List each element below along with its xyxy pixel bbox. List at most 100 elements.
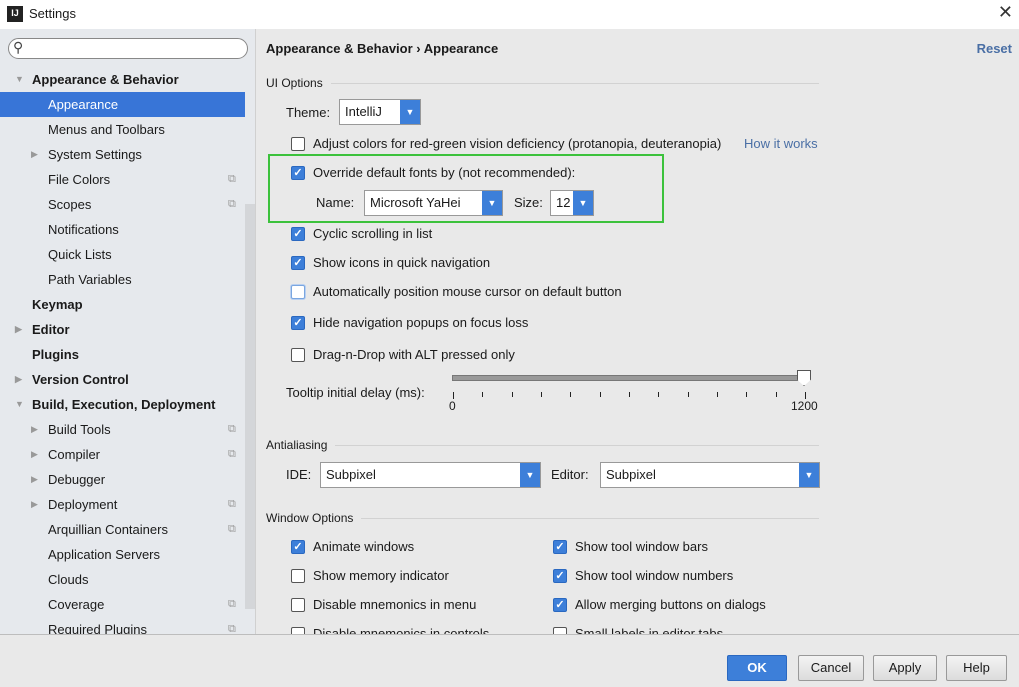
slider-tick bbox=[453, 392, 454, 399]
sidebar-item[interactable]: ▶ Deployment ⧉ bbox=[0, 492, 245, 517]
font-name-select[interactable]: Microsoft YaHei ▼ bbox=[364, 190, 503, 216]
window-option-checkbox[interactable]: ✓ Show tool window bars bbox=[553, 539, 708, 554]
slider-tick bbox=[541, 392, 542, 397]
collapsed-arrow-icon[interactable]: ▶ bbox=[31, 492, 38, 517]
override-fonts-checkbox[interactable]: ✓ Override default fonts by (not recommen… bbox=[291, 165, 575, 180]
collapsed-arrow-icon[interactable]: ▶ bbox=[31, 467, 38, 492]
checkbox[interactable]: ✓ bbox=[291, 539, 305, 554]
checkbox[interactable]: ✓ bbox=[553, 539, 567, 554]
expanded-arrow-icon[interactable]: ▼ bbox=[15, 392, 24, 417]
dnd-alt-checkbox[interactable]: Drag-n-Drop with ALT pressed only bbox=[291, 347, 515, 362]
checkbox[interactable] bbox=[291, 136, 305, 151]
sidebar-item[interactable]: Appearance bbox=[0, 92, 245, 117]
sidebar-item-label: Path Variables bbox=[48, 272, 132, 287]
sidebar-item[interactable]: Keymap bbox=[0, 292, 245, 317]
sidebar-item-label: System Settings bbox=[48, 147, 142, 162]
section-title: UI Options bbox=[266, 76, 323, 90]
sidebar-item[interactable]: ▶ Debugger bbox=[0, 467, 245, 492]
checkbox[interactable] bbox=[291, 347, 305, 362]
sidebar-item-label: Application Servers bbox=[48, 547, 160, 562]
search-input[interactable]: ⚲ bbox=[8, 38, 248, 59]
close-icon[interactable]: ✕ bbox=[998, 2, 1013, 23]
sidebar-item[interactable]: Menus and Toolbars bbox=[0, 117, 245, 142]
adjust-colors-checkbox[interactable]: Adjust colors for red-green vision defic… bbox=[291, 136, 721, 151]
collapsed-arrow-icon[interactable]: ▶ bbox=[31, 142, 38, 167]
theme-value: IntelliJ bbox=[345, 104, 382, 119]
sidebar-item[interactable]: ▶ Build Tools ⧉ bbox=[0, 417, 245, 442]
collapsed-arrow-icon[interactable]: ▶ bbox=[15, 317, 22, 342]
sidebar-item[interactable]: Plugins bbox=[0, 342, 245, 367]
sidebar-item-label: Scopes bbox=[48, 197, 92, 212]
sidebar-item-label: Version Control bbox=[32, 372, 129, 387]
sidebar-item-label: Arquillian Containers bbox=[48, 522, 168, 537]
sidebar-item[interactable]: ▶ Version Control bbox=[0, 367, 245, 392]
theme-label: Theme: bbox=[286, 105, 331, 120]
checkbox-label: Animate windows bbox=[313, 539, 415, 554]
sidebar-item[interactable]: Required Plugins ⧉ bbox=[0, 617, 245, 634]
section-window-options: Window Options bbox=[266, 511, 819, 525]
sidebar-item[interactable]: Scopes ⧉ bbox=[0, 192, 245, 217]
sidebar-item[interactable]: ▼ Appearance & Behavior bbox=[0, 67, 245, 92]
checkbox[interactable]: ✓ bbox=[291, 226, 305, 241]
cyclic-scrolling-checkbox[interactable]: ✓ Cyclic scrolling in list bbox=[291, 226, 432, 241]
sidebar-item[interactable]: Notifications bbox=[0, 217, 245, 242]
sidebar-item[interactable]: Path Variables bbox=[0, 267, 245, 292]
sidebar-item[interactable]: Application Servers bbox=[0, 542, 245, 567]
sidebar-item-label: File Colors bbox=[48, 172, 111, 187]
checkbox-label: Override default fonts by (not recommend… bbox=[313, 165, 576, 180]
slider-tick bbox=[658, 392, 660, 397]
auto-mouse-checkbox[interactable]: Automatically position mouse cursor on d… bbox=[291, 284, 622, 299]
sidebar-item-label: Required Plugins bbox=[48, 622, 148, 634]
ide-antialiasing-select[interactable]: Subpixel ▼ bbox=[320, 462, 541, 488]
help-button[interactable]: Help bbox=[946, 655, 1007, 681]
window-option-checkbox[interactable]: ✓ Animate windows bbox=[291, 539, 414, 554]
font-size-select[interactable]: 12 ▼ bbox=[550, 190, 594, 216]
checkbox[interactable]: ✓ bbox=[291, 165, 305, 180]
sidebar-item-label: Debugger bbox=[48, 472, 106, 487]
apply-button[interactable]: Apply bbox=[873, 655, 937, 681]
checkbox[interactable]: ✓ bbox=[553, 597, 567, 612]
checkbox[interactable] bbox=[291, 568, 305, 583]
window-option-checkbox[interactable]: Show memory indicator bbox=[291, 568, 449, 583]
checkbox[interactable]: ✓ bbox=[291, 315, 305, 330]
editor-value: Subpixel bbox=[606, 467, 656, 482]
how-it-works-link[interactable]: How it works bbox=[744, 136, 818, 151]
sidebar-item[interactable]: Arquillian Containers ⧉ bbox=[0, 517, 245, 542]
ok-button[interactable]: OK bbox=[727, 655, 787, 681]
checkbox[interactable]: ✓ bbox=[553, 568, 567, 583]
checkbox[interactable] bbox=[291, 284, 305, 299]
slider-tick bbox=[687, 392, 689, 397]
tooltip-delay-slider[interactable] bbox=[452, 375, 804, 381]
collapsed-arrow-icon[interactable]: ▶ bbox=[31, 417, 38, 442]
sidebar-item-label: Compiler bbox=[48, 447, 101, 462]
cancel-button[interactable]: Cancel bbox=[798, 655, 864, 681]
sidebar-item[interactable]: ▼ Build, Execution, Deployment bbox=[0, 392, 245, 417]
sidebar-item[interactable]: ▶ System Settings bbox=[0, 142, 245, 167]
show-icons-checkbox[interactable]: ✓ Show icons in quick navigation bbox=[291, 255, 490, 270]
window-option-checkbox[interactable]: Disable mnemonics in menu bbox=[291, 597, 476, 612]
sidebar-item[interactable]: ▶ Editor bbox=[0, 317, 245, 342]
hide-popups-checkbox[interactable]: ✓ Hide navigation popups on focus loss bbox=[291, 315, 528, 330]
collapsed-arrow-icon[interactable]: ▶ bbox=[15, 367, 22, 392]
sidebar-item[interactable]: Quick Lists bbox=[0, 242, 245, 267]
project-level-icon: ⧉ bbox=[228, 623, 236, 634]
window-option-checkbox[interactable]: ✓ Allow merging buttons on dialogs bbox=[553, 597, 766, 612]
slider-thumb[interactable] bbox=[797, 370, 811, 386]
checkbox[interactable] bbox=[291, 597, 305, 612]
sidebar-item[interactable]: Clouds bbox=[0, 567, 245, 592]
project-level-icon: ⧉ bbox=[228, 423, 236, 435]
chevron-down-icon: ▼ bbox=[400, 100, 420, 124]
theme-select[interactable]: IntelliJ ▼ bbox=[339, 99, 421, 125]
window-option-checkbox[interactable]: ✓ Show tool window numbers bbox=[553, 568, 733, 583]
divider bbox=[361, 517, 819, 519]
expanded-arrow-icon[interactable]: ▼ bbox=[15, 67, 24, 92]
sidebar-item[interactable]: ▶ Compiler ⧉ bbox=[0, 442, 245, 467]
collapsed-arrow-icon[interactable]: ▶ bbox=[31, 442, 38, 467]
reset-link[interactable]: Reset bbox=[977, 41, 1012, 56]
slider-tick bbox=[629, 392, 630, 397]
checkbox[interactable]: ✓ bbox=[291, 255, 305, 270]
sidebar-item[interactable]: File Colors ⧉ bbox=[0, 167, 245, 192]
sidebar-item[interactable]: Coverage ⧉ bbox=[0, 592, 245, 617]
editor-antialiasing-select[interactable]: Subpixel ▼ bbox=[600, 462, 820, 488]
scrollbar-thumb[interactable] bbox=[245, 204, 255, 609]
